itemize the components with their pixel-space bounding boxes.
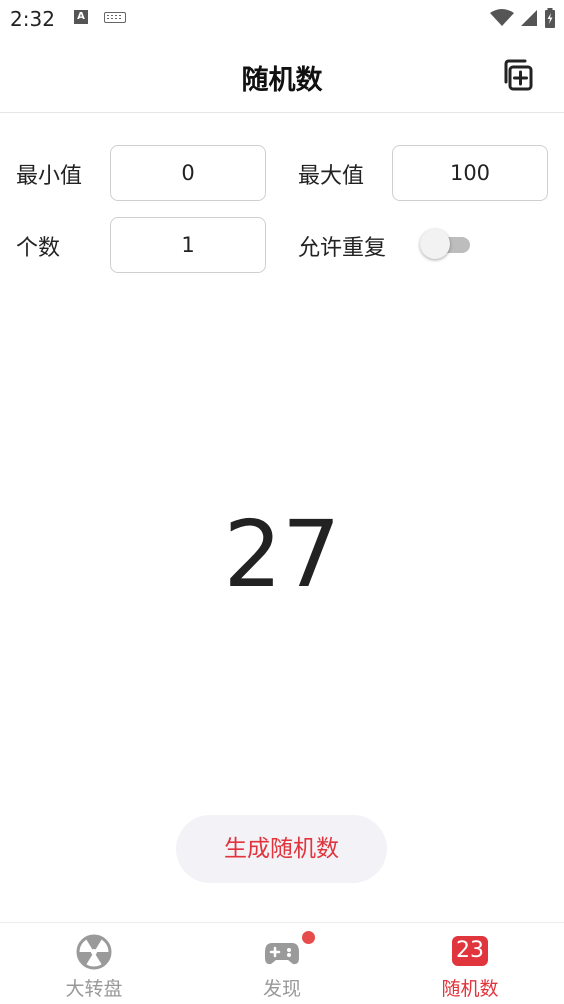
copy-button[interactable] <box>500 58 534 92</box>
generate-button[interactable]: 生成随机数 <box>176 815 387 883</box>
min-input[interactable]: 0 <box>110 145 266 201</box>
discover-badge-dot <box>302 931 315 944</box>
status-bar: 2:32 A <box>0 0 564 36</box>
nav-label-discover: 发现 <box>262 978 301 1000</box>
nav-label-wheel: 大转盘 <box>65 978 123 1000</box>
screen: 2:32 A 随机数 最小值 0 最大值 100 个数 1 允许重复 27 生成… <box>0 0 564 1004</box>
status-icons <box>490 8 556 28</box>
nav-item-discover[interactable]: 发现 <box>188 923 376 1004</box>
bottom-nav: 大转盘 发现 23 随机数 <box>0 922 564 1004</box>
count-input[interactable]: 1 <box>110 217 266 273</box>
nav-item-random-number[interactable]: 23 随机数 <box>376 923 564 1004</box>
random-result: 27 <box>223 501 341 608</box>
min-label: 最小值 <box>16 164 83 189</box>
page-title: 随机数 <box>241 65 323 96</box>
copy-add-icon <box>504 59 533 91</box>
keyboard-icon <box>104 12 126 23</box>
toggle-thumb <box>420 229 450 259</box>
allow-repeat-toggle[interactable] <box>420 229 472 259</box>
wifi-icon <box>490 9 514 26</box>
max-input[interactable]: 100 <box>392 145 548 201</box>
battery-icon <box>545 8 555 28</box>
nav-label-random-number: 随机数 <box>441 978 499 1000</box>
number-icon: 23 <box>452 936 488 966</box>
gamepad-icon <box>265 943 299 965</box>
notification-a-icon: A <box>74 10 88 24</box>
status-time: 2:32 <box>10 7 55 31</box>
signal-icon <box>521 10 537 26</box>
wheel-icon <box>76 934 112 970</box>
count-label: 个数 <box>16 236 61 261</box>
repeat-label: 允许重复 <box>298 236 387 261</box>
max-label: 最大值 <box>298 164 365 189</box>
nav-item-wheel[interactable]: 大转盘 <box>0 923 188 1004</box>
app-bar: 随机数 <box>0 36 564 113</box>
